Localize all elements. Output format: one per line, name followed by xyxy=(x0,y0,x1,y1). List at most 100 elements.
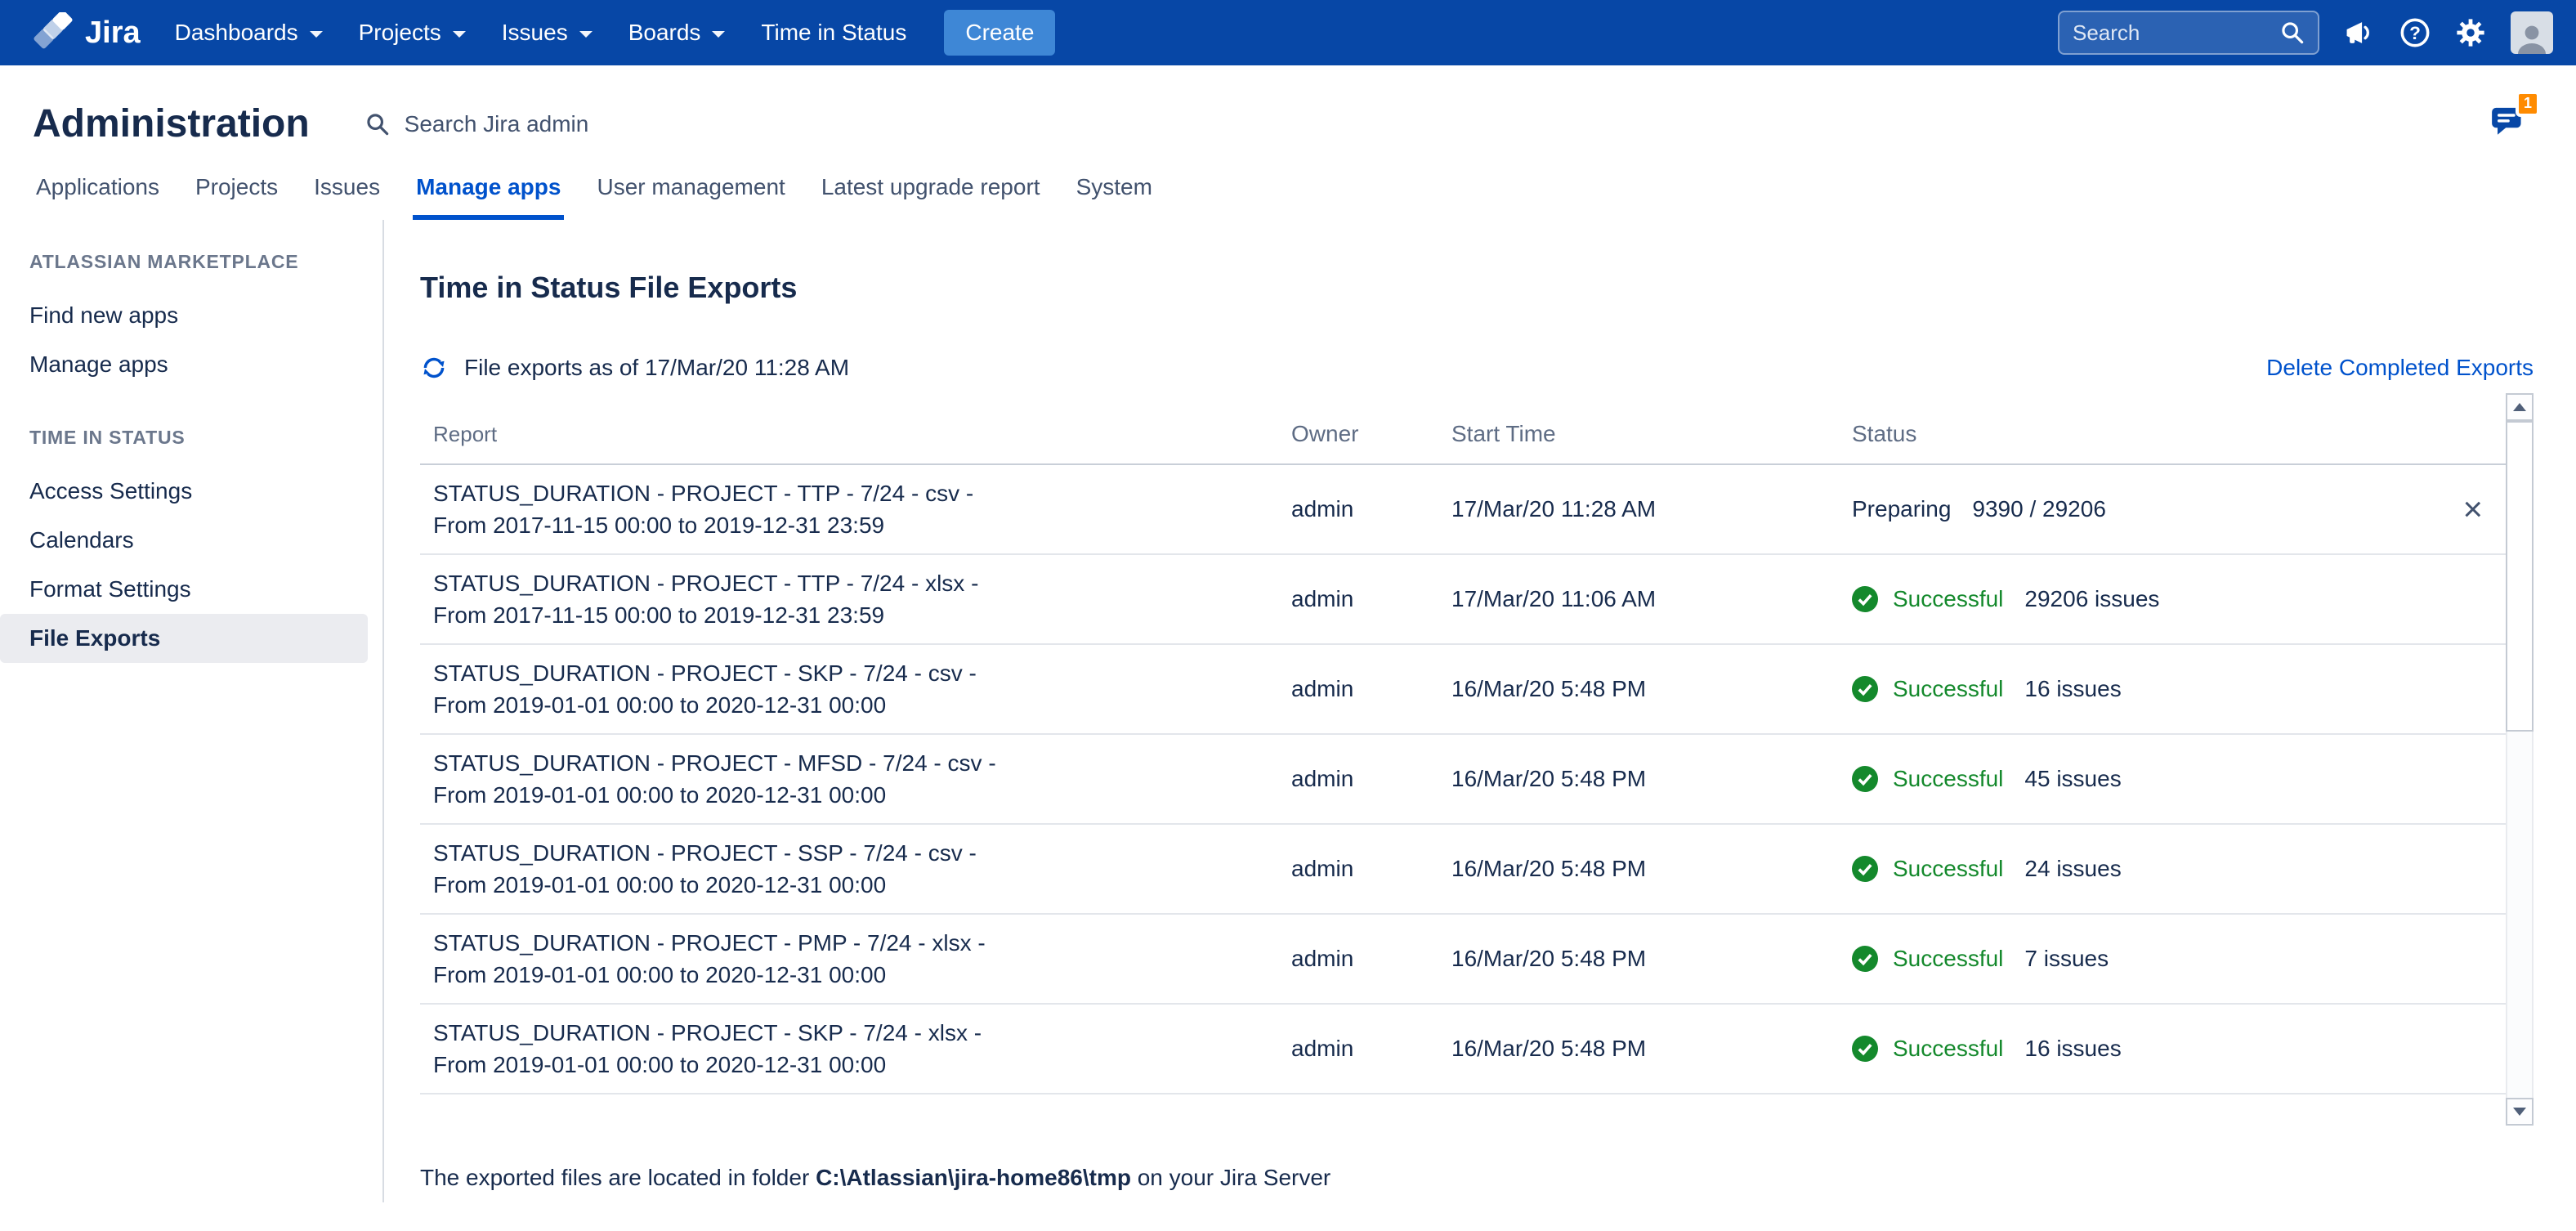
scroll-up-icon[interactable] xyxy=(2506,393,2534,421)
nav-issues[interactable]: Issues xyxy=(484,0,610,65)
scroll-down-icon[interactable] xyxy=(2506,1098,2534,1126)
success-check-icon xyxy=(1852,586,1878,612)
status-label: Successful xyxy=(1893,766,2003,792)
delete-completed-exports-link[interactable]: Delete Completed Exports xyxy=(2266,355,2534,381)
owner-cell: admin xyxy=(1291,586,1451,612)
report-cell: STATUS_DURATION - PROJECT - MFSD - 7/24 … xyxy=(420,747,1291,811)
admin-header: Administration 1 xyxy=(0,65,2576,146)
owner-cell: admin xyxy=(1291,496,1451,522)
create-button[interactable]: Create xyxy=(944,10,1055,56)
start-time-cell: 17/Mar/20 11:28 AM xyxy=(1451,496,1852,522)
report-cell: STATUS_DURATION - PROJECT - SKP - 7/24 -… xyxy=(420,1017,1291,1081)
table-scrollbar[interactable] xyxy=(2506,393,2534,1126)
tab-projects[interactable]: Projects xyxy=(192,174,281,220)
page-title: Administration xyxy=(33,101,310,146)
status-label: Successful xyxy=(1893,676,2003,702)
export-location-note: The exported files are located in folder… xyxy=(420,1165,2534,1191)
megaphone-icon[interactable] xyxy=(2344,17,2375,48)
chevron-down-icon xyxy=(453,31,466,38)
navbar-search-input[interactable] xyxy=(2073,20,2270,46)
note-suffix: on your Jira Server xyxy=(1131,1165,1330,1190)
table-row: STATUS_DURATION - PROJECT - SKP - 7/24 -… xyxy=(420,645,2506,735)
tab-latest-upgrade-report[interactable]: Latest upgrade report xyxy=(818,174,1044,220)
tab-issues[interactable]: Issues xyxy=(311,174,383,220)
report-range: From 2017-11-15 00:00 to 2019-12-31 23:5… xyxy=(433,509,1291,541)
column-header-status: Status xyxy=(1852,421,2506,447)
jira-home-link[interactable]: Jira xyxy=(33,12,141,53)
scrollbar-thumb[interactable] xyxy=(2506,421,2534,732)
refresh-row: File exports as of 17/Mar/20 11:28 AM De… xyxy=(420,354,2534,382)
avatar[interactable] xyxy=(2511,11,2553,54)
report-cell: STATUS_DURATION - PROJECT - TTP - 7/24 -… xyxy=(420,477,1291,541)
gear-icon[interactable] xyxy=(2455,17,2486,48)
status-detail: 7 issues xyxy=(2024,946,2109,972)
status-cell: Successful 16 issues xyxy=(1852,1036,2506,1062)
sidebar-item-find-new-apps[interactable]: Find new apps xyxy=(0,291,382,340)
scrollbar-track[interactable] xyxy=(2506,421,2534,1098)
sidebar-item-format-settings[interactable]: Format Settings xyxy=(0,565,382,614)
table-row: STATUS_DURATION - PROJECT - MFSD - 7/24 … xyxy=(420,735,2506,825)
table-row: STATUS_DURATION - PROJECT - SKP - 7/24 -… xyxy=(420,1005,2506,1094)
status-detail: 9390 / 29206 xyxy=(1972,496,2106,522)
search-icon xyxy=(2280,20,2305,45)
admin-tab-bar: Applications Projects Issues Manage apps… xyxy=(0,174,2576,220)
start-time-cell: 16/Mar/20 5:48 PM xyxy=(1451,856,1852,882)
exports-table: Report Owner Start Time Status STATUS_DU… xyxy=(420,393,2506,1126)
tab-system[interactable]: System xyxy=(1073,174,1156,220)
admin-body: ATLASSIAN MARKETPLACE Find new apps Mana… xyxy=(0,220,2576,1202)
sidebar-item-file-exports[interactable]: File Exports xyxy=(0,614,368,663)
tab-user-management[interactable]: User management xyxy=(593,174,788,220)
status-cell: Successful 29206 issues xyxy=(1852,586,2506,612)
refresh-status-text: File exports as of 17/Mar/20 11:28 AM xyxy=(464,355,849,381)
notification-bubble-icon[interactable]: 1 xyxy=(2488,102,2527,146)
report-name: STATUS_DURATION - PROJECT - SKP - 7/24 -… xyxy=(433,1017,1291,1049)
column-header-owner: Owner xyxy=(1291,421,1451,447)
brand-label: Jira xyxy=(85,16,141,51)
report-name: STATUS_DURATION - PROJECT - TTP - 7/24 -… xyxy=(433,567,1291,599)
admin-search-input[interactable] xyxy=(405,111,780,137)
nav-dashboards[interactable]: Dashboards xyxy=(157,0,341,65)
status-cell: Successful 7 issues xyxy=(1852,946,2506,972)
help-icon[interactable]: ? xyxy=(2399,17,2431,48)
sidebar-item-access-settings[interactable]: Access Settings xyxy=(0,467,382,516)
tab-applications[interactable]: Applications xyxy=(33,174,163,220)
close-icon[interactable]: × xyxy=(2459,496,2486,522)
owner-cell: admin xyxy=(1291,766,1451,792)
column-header-start-time: Start Time xyxy=(1451,421,1852,447)
jira-admin-page: Jira Dashboards Projects Issues Boards T… xyxy=(0,0,2576,1231)
navbar-right-group: ? xyxy=(2058,11,2553,55)
table-header-row: Report Owner Start Time Status xyxy=(420,393,2506,465)
status-detail: 16 issues xyxy=(2024,676,2121,702)
sidebar-item-manage-apps[interactable]: Manage apps xyxy=(0,340,382,389)
success-check-icon xyxy=(1852,946,1878,972)
report-name: STATUS_DURATION - PROJECT - SSP - 7/24 -… xyxy=(433,837,1291,869)
report-range: From 2019-01-01 00:00 to 2020-12-31 00:0… xyxy=(433,869,1291,901)
start-time-cell: 16/Mar/20 5:48 PM xyxy=(1451,1036,1852,1062)
chevron-down-icon xyxy=(579,31,593,38)
nav-projects[interactable]: Projects xyxy=(341,0,484,65)
nav-boards-label: Boards xyxy=(628,20,701,46)
column-header-report: Report xyxy=(420,422,1291,447)
status-detail: 24 issues xyxy=(2024,856,2121,882)
navbar-search-box[interactable] xyxy=(2058,11,2319,55)
table-row: STATUS_DURATION - PROJECT - PMP - 7/24 -… xyxy=(420,915,2506,1005)
tab-manage-apps[interactable]: Manage apps xyxy=(413,174,564,220)
nav-boards[interactable]: Boards xyxy=(610,0,744,65)
report-range: From 2019-01-01 00:00 to 2020-12-31 00:0… xyxy=(433,959,1291,991)
report-range: From 2019-01-01 00:00 to 2020-12-31 00:0… xyxy=(433,689,1291,721)
status-label: Preparing xyxy=(1852,496,1951,522)
refresh-icon[interactable] xyxy=(420,354,448,382)
status-detail: 45 issues xyxy=(2024,766,2121,792)
status-cell: Successful 45 issues xyxy=(1852,766,2506,792)
report-cell: STATUS_DURATION - PROJECT - PMP - 7/24 -… xyxy=(420,927,1291,991)
nav-time-in-status[interactable]: Time in Status xyxy=(743,0,924,65)
admin-search-box[interactable] xyxy=(365,111,780,137)
sidebar-item-calendars[interactable]: Calendars xyxy=(0,516,382,565)
status-label: Successful xyxy=(1893,856,2003,882)
start-time-cell: 16/Mar/20 5:48 PM xyxy=(1451,676,1852,702)
status-cell: Preparing 9390 / 29206 × xyxy=(1852,496,2506,522)
status-detail: 16 issues xyxy=(2024,1036,2121,1062)
exports-table-area: Report Owner Start Time Status STATUS_DU… xyxy=(420,393,2534,1126)
report-name: STATUS_DURATION - PROJECT - MFSD - 7/24 … xyxy=(433,747,1291,779)
start-time-cell: 17/Mar/20 11:06 AM xyxy=(1451,586,1852,612)
